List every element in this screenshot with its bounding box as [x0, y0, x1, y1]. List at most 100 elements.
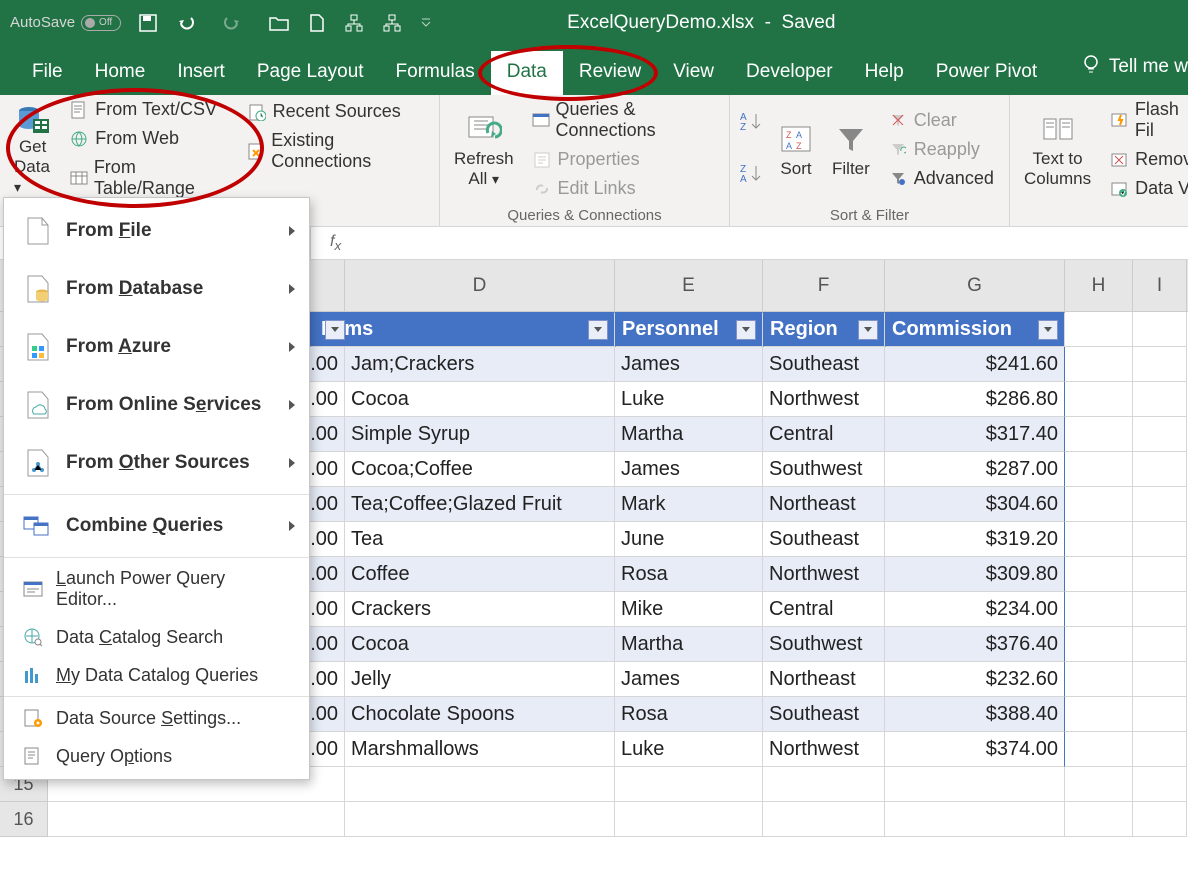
cell-region[interactable]: Southeast — [763, 697, 885, 732]
cell-items[interactable]: Simple Syrup — [345, 417, 615, 452]
filter-button[interactable]: Filter — [826, 99, 876, 199]
tab-page-layout[interactable]: Page Layout — [241, 51, 380, 95]
col-header-g[interactable]: G — [885, 260, 1065, 311]
cell-commission[interactable]: $287.00 — [885, 452, 1065, 487]
cell-items[interactable]: Tea;Coffee;Glazed Fruit — [345, 487, 615, 522]
from-web-button[interactable]: From Web — [65, 126, 234, 151]
sort-az-icon[interactable]: AZ — [738, 110, 766, 137]
cell-items[interactable]: Marshmallows — [345, 732, 615, 767]
cell-items[interactable]: Cocoa;Coffee — [345, 452, 615, 487]
cell-commission[interactable]: $317.40 — [885, 417, 1065, 452]
advanced-button[interactable]: Advanced — [884, 166, 998, 191]
cell-personnel[interactable]: Rosa — [615, 697, 763, 732]
open-icon[interactable] — [269, 15, 289, 31]
recent-sources-button[interactable]: Recent Sources — [243, 99, 431, 124]
cell-region[interactable]: Northeast — [763, 662, 885, 697]
tab-developer[interactable]: Developer — [730, 51, 849, 95]
cell-personnel[interactable]: Luke — [615, 732, 763, 767]
sort-za-icon[interactable]: ZA — [738, 162, 766, 189]
hierarchy-icon-2[interactable] — [383, 14, 401, 32]
cell-region[interactable]: Central — [763, 592, 885, 627]
menu-from-azure[interactable]: From Azure — [4, 318, 309, 376]
cell-personnel[interactable]: Mark — [615, 487, 763, 522]
tab-data[interactable]: Data — [491, 51, 563, 95]
cell-items[interactable]: Coffee — [345, 557, 615, 592]
cell-region[interactable]: Northwest — [763, 557, 885, 592]
cell-commission[interactable]: $374.00 — [885, 732, 1065, 767]
cell-personnel[interactable]: Martha — [615, 417, 763, 452]
cell-commission[interactable]: $376.40 — [885, 627, 1065, 662]
menu-my-data-catalog[interactable]: My Data Catalog Queries — [4, 656, 309, 694]
sort-button[interactable]: ZAAZ Sort — [774, 99, 818, 199]
menu-from-other-sources[interactable]: From Other Sources — [4, 434, 309, 492]
header-personnel[interactable]: Personnel — [615, 312, 763, 347]
get-data-button[interactable]: Get Data ▾ — [8, 99, 57, 199]
cell-commission[interactable]: $286.80 — [885, 382, 1065, 417]
menu-data-catalog-search[interactable]: Data Catalog Search — [4, 618, 309, 656]
cell-commission[interactable]: $234.00 — [885, 592, 1065, 627]
filter-dropdown-icon[interactable] — [588, 320, 608, 340]
cell-commission[interactable]: $241.60 — [885, 347, 1065, 382]
row-header[interactable]: 16 — [0, 802, 48, 837]
tab-view[interactable]: View — [657, 51, 730, 95]
cell-commission[interactable]: $309.80 — [885, 557, 1065, 592]
col-header-h[interactable]: H — [1065, 260, 1133, 311]
col-header-e[interactable]: E — [615, 260, 763, 311]
cell-region[interactable]: Northeast — [763, 487, 885, 522]
menu-query-options[interactable]: Query Options — [4, 737, 309, 775]
cell-items[interactable]: Chocolate Spoons — [345, 697, 615, 732]
save-icon[interactable] — [139, 14, 157, 32]
cell-personnel[interactable]: Rosa — [615, 557, 763, 592]
filter-dropdown-icon[interactable] — [325, 320, 345, 340]
filter-dropdown-icon[interactable] — [858, 320, 878, 340]
tab-formulas[interactable]: Formulas — [380, 51, 491, 95]
cell-commission[interactable]: $319.20 — [885, 522, 1065, 557]
tab-help[interactable]: Help — [849, 51, 920, 95]
qat-dropdown-icon[interactable] — [421, 18, 431, 28]
from-table-range-button[interactable]: From Table/Range — [65, 155, 234, 201]
cell-region[interactable]: Southeast — [763, 347, 885, 382]
new-icon[interactable] — [309, 14, 325, 32]
cell-region[interactable]: Southwest — [763, 627, 885, 662]
cell-items[interactable]: Tea — [345, 522, 615, 557]
cell-items[interactable]: Jelly — [345, 662, 615, 697]
col-header-d[interactable]: D — [345, 260, 615, 311]
existing-connections-button[interactable]: Existing Connections — [243, 128, 431, 174]
autosave-toggle[interactable]: AutoSave Off — [10, 14, 121, 31]
cell-items[interactable]: Cocoa — [345, 382, 615, 417]
cell-region[interactable]: Southeast — [763, 522, 885, 557]
cell-commission[interactable]: $304.60 — [885, 487, 1065, 522]
cell-personnel[interactable]: Mike — [615, 592, 763, 627]
cell-items[interactable]: Crackers — [345, 592, 615, 627]
cell-region[interactable]: Southwest — [763, 452, 885, 487]
col-header-f[interactable]: F — [763, 260, 885, 311]
tab-review[interactable]: Review — [563, 51, 657, 95]
tell-me-search[interactable]: Tell me w — [1071, 45, 1188, 95]
menu-data-source-settings[interactable]: Data Source Settings... — [4, 699, 309, 737]
filter-dropdown-icon[interactable] — [1038, 320, 1058, 340]
menu-from-online-services[interactable]: From Online Services — [4, 376, 309, 434]
menu-launch-power-query[interactable]: Launch Power Query Editor... — [4, 560, 309, 618]
tab-power-pivot[interactable]: Power Pivot — [920, 51, 1053, 95]
refresh-all-button[interactable]: Refresh All ▾ — [448, 99, 520, 199]
cell-items[interactable]: Cocoa — [345, 627, 615, 662]
cell-personnel[interactable]: Luke — [615, 382, 763, 417]
text-to-columns-button[interactable]: Text to Columns — [1018, 99, 1097, 199]
cell-commission[interactable]: $388.40 — [885, 697, 1065, 732]
header-items[interactable]: Items — [310, 312, 615, 347]
cell-region[interactable]: Northwest — [763, 732, 885, 767]
cell-personnel[interactable]: James — [615, 452, 763, 487]
cell-items[interactable]: Jam;Crackers — [345, 347, 615, 382]
flash-fill-button[interactable]: Flash Fil — [1105, 97, 1188, 143]
header-region[interactable]: Region — [763, 312, 885, 347]
hierarchy-icon[interactable] — [345, 14, 363, 32]
cell-commission[interactable]: $232.60 — [885, 662, 1065, 697]
menu-from-file[interactable]: From File — [4, 202, 309, 260]
filter-dropdown-icon[interactable] — [736, 320, 756, 340]
data-validation-button[interactable]: Data Va — [1105, 176, 1188, 201]
queries-connections-button[interactable]: Queries & Connections — [528, 97, 721, 143]
col-header-i[interactable]: I — [1133, 260, 1187, 311]
cell-personnel[interactable]: Martha — [615, 627, 763, 662]
from-text-csv-button[interactable]: From Text/CSV — [65, 97, 234, 122]
undo-icon[interactable] — [177, 14, 203, 32]
